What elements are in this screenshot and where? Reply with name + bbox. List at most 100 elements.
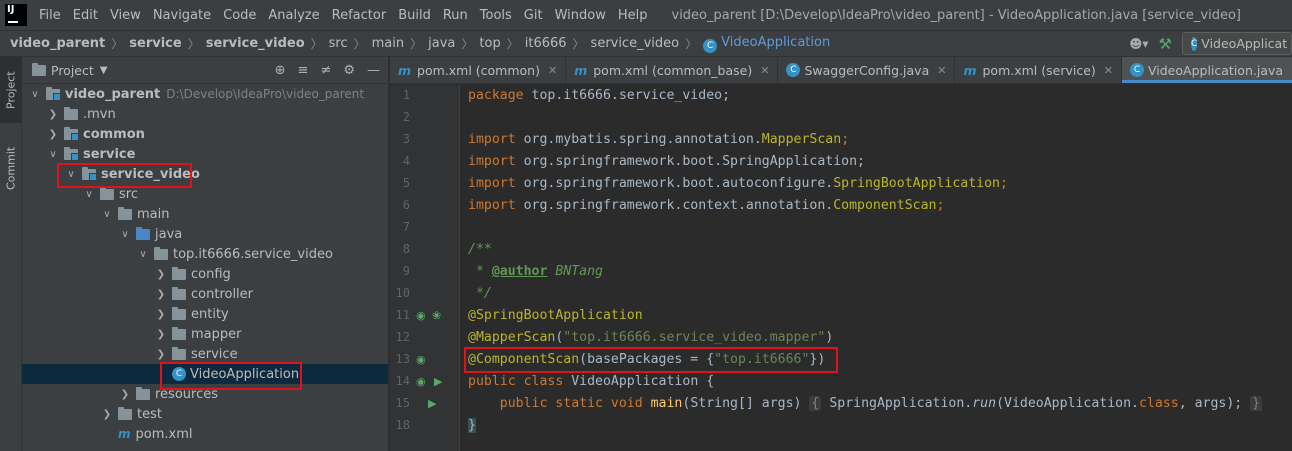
tree-item-service-video[interactable]: ∨ service_video xyxy=(22,164,388,184)
tree-item-service-pkg[interactable]: ❯ service xyxy=(22,344,388,364)
tab-pom-service[interactable]: m pom.xml (service) ✕ xyxy=(955,57,1122,83)
menu-help[interactable]: Help xyxy=(612,8,654,23)
tree-item-resources[interactable]: ❯ resources xyxy=(22,384,388,404)
crumb-service-video[interactable]: service_video xyxy=(206,36,305,51)
module-folder-icon xyxy=(64,126,79,141)
chevron-right-icon[interactable]: ❯ xyxy=(154,309,168,320)
build-hammer-icon[interactable]: ⚒ xyxy=(1159,35,1172,53)
crumb-main[interactable]: main xyxy=(372,36,404,51)
crumb-top[interactable]: top xyxy=(479,36,500,51)
chevron-right-icon: 〉 xyxy=(410,37,423,51)
close-icon[interactable]: ✕ xyxy=(548,64,557,77)
menu-code[interactable]: Code xyxy=(217,8,262,23)
chevron-down-icon[interactable]: ▼ xyxy=(100,65,108,76)
expand-all-icon[interactable]: ≡ xyxy=(298,63,309,78)
run-gutter-icon[interactable]: ▶ xyxy=(434,375,442,388)
chevron-right-icon[interactable]: ❯ xyxy=(46,129,60,140)
close-icon[interactable]: ✕ xyxy=(937,64,946,77)
line-number: 15 xyxy=(395,396,410,410)
tree-label: src xyxy=(119,186,138,202)
crumb-service[interactable]: service xyxy=(129,36,181,51)
menu-build[interactable]: Build xyxy=(392,8,437,23)
chevron-right-icon[interactable]: ❯ xyxy=(46,109,60,120)
spring-bean-icon[interactable]: ◉ xyxy=(416,353,426,366)
menu-edit[interactable]: Edit xyxy=(67,8,104,23)
crumb-current-class[interactable]: C VideoApplication xyxy=(703,35,830,53)
tree-item-common[interactable]: ❯ common xyxy=(22,124,388,144)
tree-label: test xyxy=(137,406,162,422)
line-number: 13 xyxy=(395,352,410,366)
tree-item-src[interactable]: ∨ src xyxy=(22,184,388,204)
tab-label: SwaggerConfig.java xyxy=(804,62,930,78)
tab-pom-common[interactable]: m pom.xml (common) ✕ xyxy=(390,57,567,83)
close-icon[interactable]: ✕ xyxy=(1104,64,1113,77)
tree-item-config[interactable]: ❯ config xyxy=(22,264,388,284)
spring-leaf-icon[interactable]: ❀ xyxy=(432,309,441,322)
project-tool-tab[interactable]: Project xyxy=(0,57,22,123)
module-folder-icon xyxy=(46,86,61,101)
tab-video-application[interactable]: CVideoApplication.java✕ xyxy=(1122,57,1292,83)
tree-item-video-application[interactable]: C VideoApplication xyxy=(22,364,388,384)
chevron-down-icon[interactable]: ∨ xyxy=(46,149,60,160)
tree-item-java[interactable]: ∨ java xyxy=(22,224,388,244)
chevron-down-icon[interactable]: ∨ xyxy=(82,189,96,200)
package-icon xyxy=(172,266,186,280)
commit-tool-tab[interactable]: Commit xyxy=(0,137,22,199)
menu-tools[interactable]: Tools xyxy=(474,8,518,23)
menu-navigate[interactable]: Navigate xyxy=(147,8,217,23)
chevron-right-icon: 〉 xyxy=(461,37,474,51)
menu-run[interactable]: Run xyxy=(437,8,474,23)
chevron-right-icon[interactable]: ❯ xyxy=(154,289,168,300)
chevron-down-icon[interactable]: ∨ xyxy=(136,249,150,260)
chevron-right-icon[interactable]: ❯ xyxy=(118,389,132,400)
run-gutter-icon[interactable]: ▶ xyxy=(428,397,436,410)
crumb-src[interactable]: src xyxy=(329,36,348,51)
chevron-right-icon[interactable]: ❯ xyxy=(154,329,168,340)
crumb-java[interactable]: java xyxy=(428,36,455,51)
spring-bean-icon[interactable]: ◉ xyxy=(416,375,426,388)
project-panel-tools: ⊕ ≡ ≠ ⚙ — xyxy=(275,63,388,78)
menu-file[interactable]: File xyxy=(33,8,67,23)
tab-pom-common-base[interactable]: m pom.xml (common_base) ✕ xyxy=(566,57,779,83)
tree-item-video-parent[interactable]: ∨ video_parent D:\Develop\IdeaPro\video_pa… xyxy=(22,84,388,104)
user-account-icon[interactable]: ☻▾ xyxy=(1129,36,1148,51)
tree-item-mapper[interactable]: ❯ mapper xyxy=(22,324,388,344)
chevron-right-icon[interactable]: ❯ xyxy=(154,269,168,280)
menu-analyze[interactable]: Analyze xyxy=(262,8,325,23)
chevron-right-icon[interactable]: ❯ xyxy=(100,409,114,420)
crumb-it6666[interactable]: it6666 xyxy=(525,36,567,51)
code-line-15: public static void main(String[] args) {… xyxy=(468,396,1263,411)
chevron-right-icon[interactable]: ❯ xyxy=(154,349,168,360)
tree-item-main[interactable]: ∨ main xyxy=(22,204,388,224)
chevron-down-icon[interactable]: ∨ xyxy=(100,209,114,220)
menu-refactor[interactable]: Refactor xyxy=(326,8,393,23)
tab-swagger-config[interactable]: C SwaggerConfig.java ✕ xyxy=(778,57,956,83)
collapse-all-icon[interactable]: ≠ xyxy=(320,63,331,78)
menu-view[interactable]: View xyxy=(104,8,147,23)
chevron-down-icon[interactable]: ∨ xyxy=(28,89,42,100)
run-configuration-select[interactable]: C VideoApplicat xyxy=(1182,32,1292,55)
spring-bean-icon[interactable]: ◉ xyxy=(416,309,426,322)
tree-item-mvn[interactable]: ❯ .mvn xyxy=(22,104,388,124)
project-panel-title[interactable]: Project xyxy=(51,63,94,78)
tree-item-service[interactable]: ∨ service xyxy=(22,144,388,164)
tree-item-package[interactable]: ∨ top.it6666.service_video xyxy=(22,244,388,264)
code-editor[interactable]: 1 2 3 4 5 6 7 8 9 10 11 12 13 14 15 18 ◉… xyxy=(390,85,1292,451)
menu-window[interactable]: Window xyxy=(549,8,612,23)
tree-label: config xyxy=(191,266,231,282)
chevron-down-icon[interactable]: ∨ xyxy=(118,229,132,240)
menu-git[interactable]: Git xyxy=(518,8,549,23)
crumb-service-video-pkg[interactable]: service_video xyxy=(591,36,680,51)
tree-item-test[interactable]: ❯ test xyxy=(22,404,388,424)
minimize-icon[interactable]: — xyxy=(367,63,380,78)
crumb-video-parent[interactable]: video_parent xyxy=(10,36,105,51)
tree-item-pom[interactable]: m pom.xml xyxy=(22,424,388,444)
tree-item-controller[interactable]: ❯ controller xyxy=(22,284,388,304)
tree-path: D:\Develop\IdeaPro\video_parent xyxy=(166,87,365,101)
code-content: package top.it6666.service_video; import… xyxy=(468,85,1263,433)
gear-icon[interactable]: ⚙ xyxy=(343,63,355,78)
chevron-down-icon[interactable]: ∨ xyxy=(64,169,78,180)
close-icon[interactable]: ✕ xyxy=(760,64,769,77)
locate-target-icon[interactable]: ⊕ xyxy=(275,63,286,78)
tree-item-entity[interactable]: ❯ entity xyxy=(22,304,388,324)
